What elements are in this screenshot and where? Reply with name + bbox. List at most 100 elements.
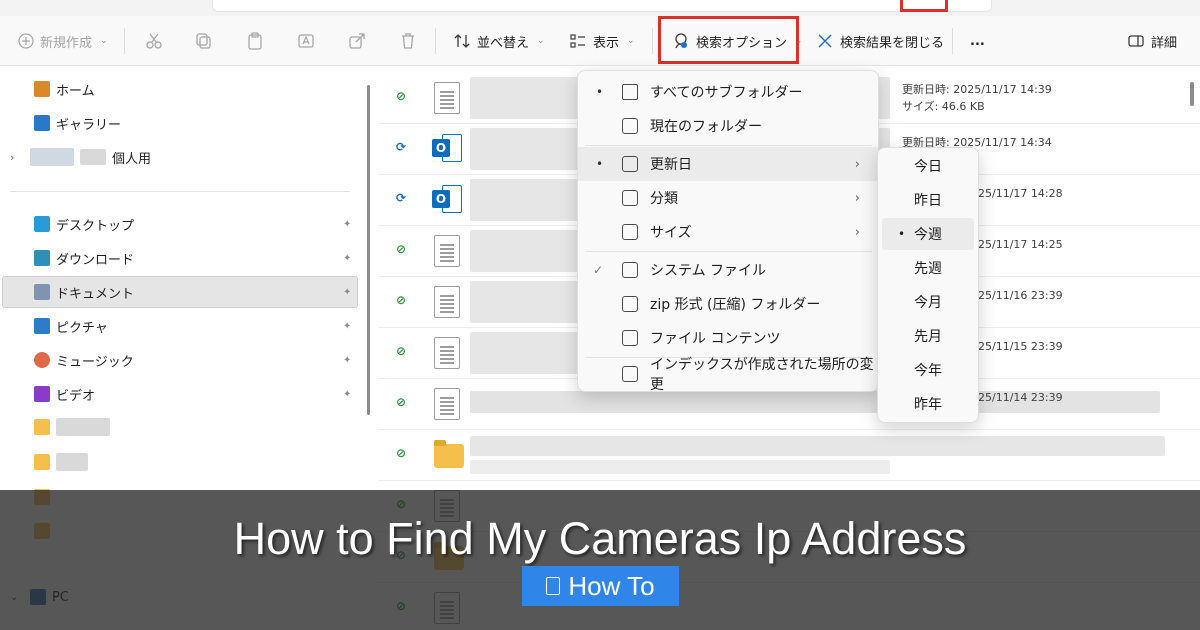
submenu-item-last-year[interactable]: 昨年: [882, 388, 974, 420]
nav-item-downloads[interactable]: ダウンロード: [34, 244, 134, 272]
view-label: 表示: [593, 35, 620, 51]
delete-button[interactable]: [399, 16, 417, 66]
nav-label: ピクチャ: [56, 320, 108, 336]
menu-item-all-subfolders[interactable]: • すべてのサブフォルダー: [578, 75, 878, 109]
pictures-icon: [34, 318, 50, 334]
scissors-icon: [146, 33, 162, 49]
pin-icon[interactable]: ✦: [343, 389, 353, 400]
submenu-item-label: 今年: [914, 363, 942, 379]
rename-button[interactable]: [297, 16, 315, 66]
submenu-item-this-week[interactable]: • 今週: [882, 218, 974, 250]
nav-label: ミュージック: [56, 354, 134, 370]
menu-item-date-modified[interactable]: • 更新日 ›: [578, 147, 878, 181]
file-list-scrollbar[interactable]: [1190, 82, 1194, 106]
cut-button[interactable]: [145, 16, 163, 66]
nav-label: 個人用: [112, 151, 152, 167]
pin-icon[interactable]: ✦: [343, 321, 353, 332]
submenu-item-label: 今週: [914, 227, 942, 243]
submenu-item-label: 先週: [914, 261, 942, 277]
menu-item-zip-folders[interactable]: zip 形式 (圧縮) フォルダー: [578, 287, 878, 321]
address-bar[interactable]: [212, 0, 992, 12]
file-meta: 25/11/15 23:39: [978, 338, 1063, 355]
menu-item-current-folder[interactable]: 現在のフォルダー: [578, 109, 878, 143]
nav-item-pictures[interactable]: ピクチャ: [34, 312, 108, 340]
paste-button[interactable]: [246, 16, 264, 66]
sort-button[interactable]: 並べ替え ⌄: [453, 16, 545, 66]
file-meta: 25/11/14 23:39: [978, 389, 1063, 406]
submenu-item-this-year[interactable]: 今年: [882, 354, 974, 386]
index-search-icon: [622, 366, 638, 382]
music-icon: [34, 352, 50, 368]
submenu-item-label: 昨日: [914, 193, 942, 209]
synced-status-icon: ⊘: [396, 395, 407, 409]
submenu-item-today[interactable]: 今日: [882, 150, 974, 182]
menu-divider: [586, 251, 872, 252]
submenu-item-this-month[interactable]: 今月: [882, 286, 974, 318]
synced-status-icon: ⊘: [396, 89, 407, 103]
submenu-item-last-month[interactable]: 先月: [882, 320, 974, 352]
new-button[interactable]: 新規作成 ⌄: [18, 16, 108, 66]
pin-icon[interactable]: ✦: [343, 355, 353, 366]
submenu-item-yesterday[interactable]: 昨日: [882, 184, 974, 216]
nav-item-gallery[interactable]: ギャラリー: [34, 109, 121, 137]
more-button[interactable]: ...: [970, 16, 985, 66]
modified-date: 25/11/15 23:39: [978, 340, 1063, 353]
nav-item-personal[interactable]: › 個人用: [10, 143, 151, 171]
view-button[interactable]: 表示 ⌄: [569, 16, 635, 66]
pin-icon[interactable]: ✦: [343, 219, 353, 230]
outlook-file-icon: O: [432, 183, 462, 215]
nav-item-folder[interactable]: [34, 413, 110, 441]
nav-label: ホーム: [56, 83, 95, 99]
redacted-filename: [470, 436, 1165, 456]
view-list-icon: [570, 34, 585, 48]
document-icon: [546, 577, 561, 595]
nav-item-desktop[interactable]: デスクトップ: [34, 210, 134, 238]
folder-icon: [434, 440, 464, 468]
menu-item-label: インデックスが作成された場所の変更: [650, 357, 874, 393]
modified-date: 更新日時: 2025/11/17 14:39: [902, 83, 1052, 96]
nav-item-documents[interactable]: ドキュメント: [34, 278, 134, 306]
search-options-highlight: [658, 16, 799, 64]
nav-item-music[interactable]: ミュージック: [34, 346, 134, 374]
highlight-box-top: [900, 0, 948, 12]
nav-scrollbar[interactable]: [367, 85, 370, 415]
video-icon: [34, 386, 50, 402]
kind-icon: [622, 190, 638, 206]
menu-item-file-contents[interactable]: ファイル コンテンツ: [578, 321, 878, 355]
menu-item-system-files[interactable]: ✓ システム ファイル: [578, 253, 878, 287]
nav-item-folder[interactable]: [34, 448, 88, 476]
menu-item-size[interactable]: サイズ ›: [578, 215, 878, 249]
title-strip: [0, 0, 1200, 16]
document-file-icon: [434, 286, 460, 318]
close-icon: [818, 34, 832, 48]
menu-item-kind[interactable]: 分類 ›: [578, 181, 878, 215]
share-button[interactable]: [348, 16, 366, 66]
submenu-item-last-week[interactable]: 先週: [882, 252, 974, 284]
menu-item-label: サイズ: [650, 225, 692, 241]
file-meta: 25/11/16 23:39: [978, 287, 1063, 304]
nav-divider: [10, 191, 350, 192]
close-search-button[interactable]: 検索結果を閉じる: [816, 16, 944, 66]
menu-item-label: 更新日: [650, 157, 692, 173]
details-button[interactable]: 詳細: [1127, 16, 1177, 66]
sort-icon: [454, 34, 470, 48]
nav-label: ダウンロード: [56, 252, 135, 268]
nav-item-home[interactable]: ホーム: [34, 75, 95, 103]
pin-icon[interactable]: ✦: [343, 253, 353, 264]
selected-bullet: •: [596, 85, 604, 99]
table-row[interactable]: ⊘: [378, 430, 1200, 481]
nav-label: ギャラリー: [56, 117, 122, 133]
download-icon: [34, 250, 50, 266]
redacted-name: [80, 149, 106, 165]
file-search-icon: [622, 330, 638, 346]
nav-item-videos[interactable]: ビデオ: [34, 380, 95, 408]
synced-status-icon: ⊘: [396, 293, 407, 307]
how-to-badge[interactable]: How To: [522, 566, 679, 606]
gallery-icon: [34, 115, 50, 131]
menu-item-label: 現在のフォルダー: [650, 119, 762, 135]
menu-item-change-indexed-locations[interactable]: インデックスが作成された場所の変更: [578, 357, 878, 393]
copy-button[interactable]: [195, 16, 213, 66]
pin-icon[interactable]: ✦: [343, 287, 353, 298]
plus-circle-icon: [18, 33, 34, 49]
modified-date: 25/11/16 23:39: [978, 289, 1063, 302]
